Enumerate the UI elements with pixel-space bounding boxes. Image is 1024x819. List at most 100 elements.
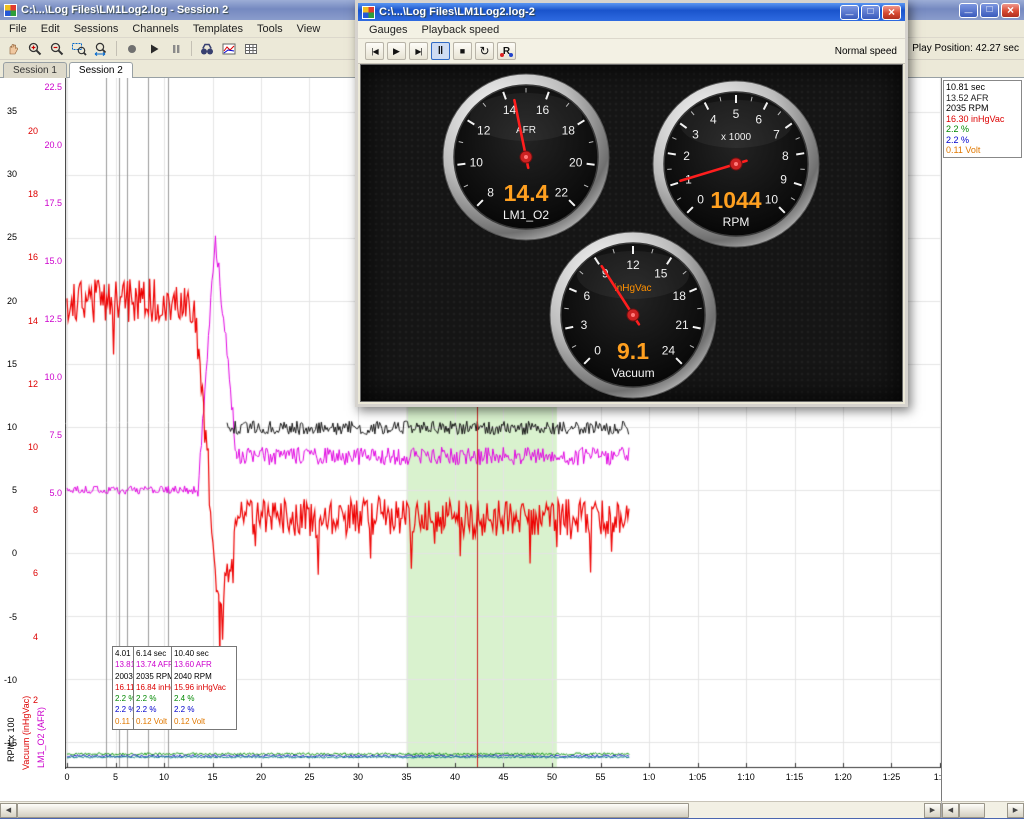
rpm-axis-tick: 10 [0, 422, 17, 432]
afr-axis-tick: 15.0 [36, 256, 62, 266]
zoom-full-icon [93, 41, 109, 57]
time-tick: 1:0 [643, 772, 656, 782]
legend-row: 2035 RPM [946, 103, 1019, 114]
right-scroll-left-button[interactable]: ◀ [942, 803, 959, 818]
time-tick: 20 [256, 772, 266, 782]
right-panel: 10.81 sec13.52 AFR2035 RPM16.30 inHgVac2… [941, 78, 1024, 801]
h-scrollbar[interactable]: ◀ ▶ [0, 801, 941, 818]
menu-file[interactable]: File [2, 21, 34, 37]
play-position-label: Play Position: 42.27 sec [912, 43, 1024, 54]
time-tick: 15 [207, 772, 217, 782]
gauge-app-icon [362, 6, 375, 19]
scroll-right-button[interactable]: ▶ [924, 803, 941, 818]
zoom-window-icon [71, 41, 87, 57]
record-button[interactable] [122, 39, 142, 59]
legend-row: 0.11 Volt [946, 145, 1019, 156]
right-scroll-thumb[interactable] [959, 803, 985, 818]
time-tick: 50 [547, 772, 557, 782]
menu-view[interactable]: View [290, 21, 328, 37]
gauge-close-button[interactable] [882, 5, 901, 20]
toolbar-separator [116, 41, 117, 56]
loop-button[interactable] [475, 42, 494, 60]
pause-icon [168, 41, 184, 57]
time-tick: 45 [498, 772, 508, 782]
svg-text:4: 4 [710, 112, 717, 126]
minimize-button[interactable] [959, 3, 978, 18]
play-icon [146, 41, 162, 57]
vacuum-axis-tick: 10 [17, 442, 38, 452]
maximize-button[interactable] [980, 3, 999, 18]
time-tick: 10 [159, 772, 169, 782]
menu-playback-speed[interactable]: Playback speed [415, 22, 507, 38]
svg-text:6: 6 [583, 289, 590, 303]
time-tick: 25 [304, 772, 314, 782]
step-forward-button[interactable] [409, 42, 428, 60]
legend-row: 2.2 % [946, 135, 1019, 146]
gauge-pause-button[interactable] [431, 42, 450, 60]
tab-session-1[interactable]: Session 1 [3, 62, 67, 78]
app-icon [4, 4, 17, 17]
gauge-afr: 810121416182022AFR14.4LM1_O2 [441, 72, 611, 242]
right-h-scrollbar[interactable]: ◀ ▶ [941, 801, 1024, 818]
svg-text:x 1000: x 1000 [721, 132, 751, 143]
time-tick: 30 [353, 772, 363, 782]
tooltip-row: 15.96 inHgVac [174, 682, 236, 693]
gauge-panel: 810121416182022AFR14.4LM1_O2 01234567891… [360, 64, 903, 402]
menu-sessions[interactable]: Sessions [67, 21, 126, 37]
menu-tools[interactable]: Tools [250, 21, 290, 37]
gauge-stop-button[interactable] [453, 42, 472, 60]
svg-text:5: 5 [733, 107, 740, 121]
hand-icon [5, 41, 21, 57]
find-button[interactable] [197, 39, 217, 59]
afr-axis-tick: 5.0 [36, 488, 62, 498]
zoom-in-button[interactable] [25, 39, 45, 59]
table-view-button[interactable] [241, 39, 261, 59]
tooltip-row: 2040 RPM [174, 671, 236, 682]
time-tick: 35 [401, 772, 411, 782]
blue-dot-icon [509, 53, 513, 57]
svg-text:9.1: 9.1 [617, 338, 649, 364]
scroll-left-button[interactable]: ◀ [0, 803, 17, 818]
tooltip-row: 10.40 sec [174, 648, 236, 659]
gauge-record-button[interactable] [497, 42, 516, 60]
zoom-window-button[interactable] [69, 39, 89, 59]
menu-edit[interactable]: Edit [34, 21, 67, 37]
svg-text:14.4: 14.4 [504, 180, 549, 206]
play-button[interactable] [144, 39, 164, 59]
right-scroll-right-button[interactable]: ▶ [1007, 803, 1024, 818]
gauge-minimize-button[interactable] [840, 5, 859, 20]
overlay-chart-button[interactable] [219, 39, 239, 59]
zoom-in-icon [27, 41, 43, 57]
zoom-full-button[interactable] [91, 39, 111, 59]
svg-text:3: 3 [581, 318, 588, 332]
pause-button[interactable] [166, 39, 186, 59]
close-button[interactable] [1001, 3, 1020, 18]
cursor-tooltip: 10.40 sec13.60 AFR2040 RPM15.96 inHgVac2… [171, 646, 237, 730]
menu-gauges[interactable]: Gauges [362, 22, 415, 38]
vacuum-axis-tick: 14 [17, 316, 38, 326]
rpm-axis-tick: 35 [0, 106, 17, 116]
rpm-axis-tick: 15 [0, 359, 17, 369]
tooltip-row: 2.4 % [174, 693, 236, 704]
tab-session-2[interactable]: Session 2 [69, 62, 133, 78]
scroll-thumb[interactable] [17, 803, 689, 818]
svg-text:6: 6 [755, 112, 762, 126]
vacuum-axis-tick: 18 [17, 189, 38, 199]
gauge-window: C:\...\Log Files\LM1Log2.log-2 GaugesPla… [355, 0, 908, 407]
pan-tool-button[interactable] [3, 39, 23, 59]
svg-text:1044: 1044 [710, 187, 761, 213]
table-icon [243, 41, 259, 57]
gauge-menubar: GaugesPlayback speed [358, 21, 905, 39]
zoom-out-button[interactable] [47, 39, 67, 59]
afr-axis-tick: 17.5 [36, 198, 62, 208]
step-back-button[interactable] [365, 42, 384, 60]
svg-text:18: 18 [562, 123, 576, 137]
binoculars-icon [199, 41, 215, 57]
menu-channels[interactable]: Channels [125, 21, 185, 37]
gauge-play-button[interactable] [387, 42, 406, 60]
menu-templates[interactable]: Templates [186, 21, 250, 37]
time-tick: 1:20 [834, 772, 852, 782]
svg-text:0: 0 [594, 343, 601, 357]
gauge-maximize-button[interactable] [861, 5, 880, 20]
gauge-transport-toolbar: Normal speed [358, 39, 905, 64]
